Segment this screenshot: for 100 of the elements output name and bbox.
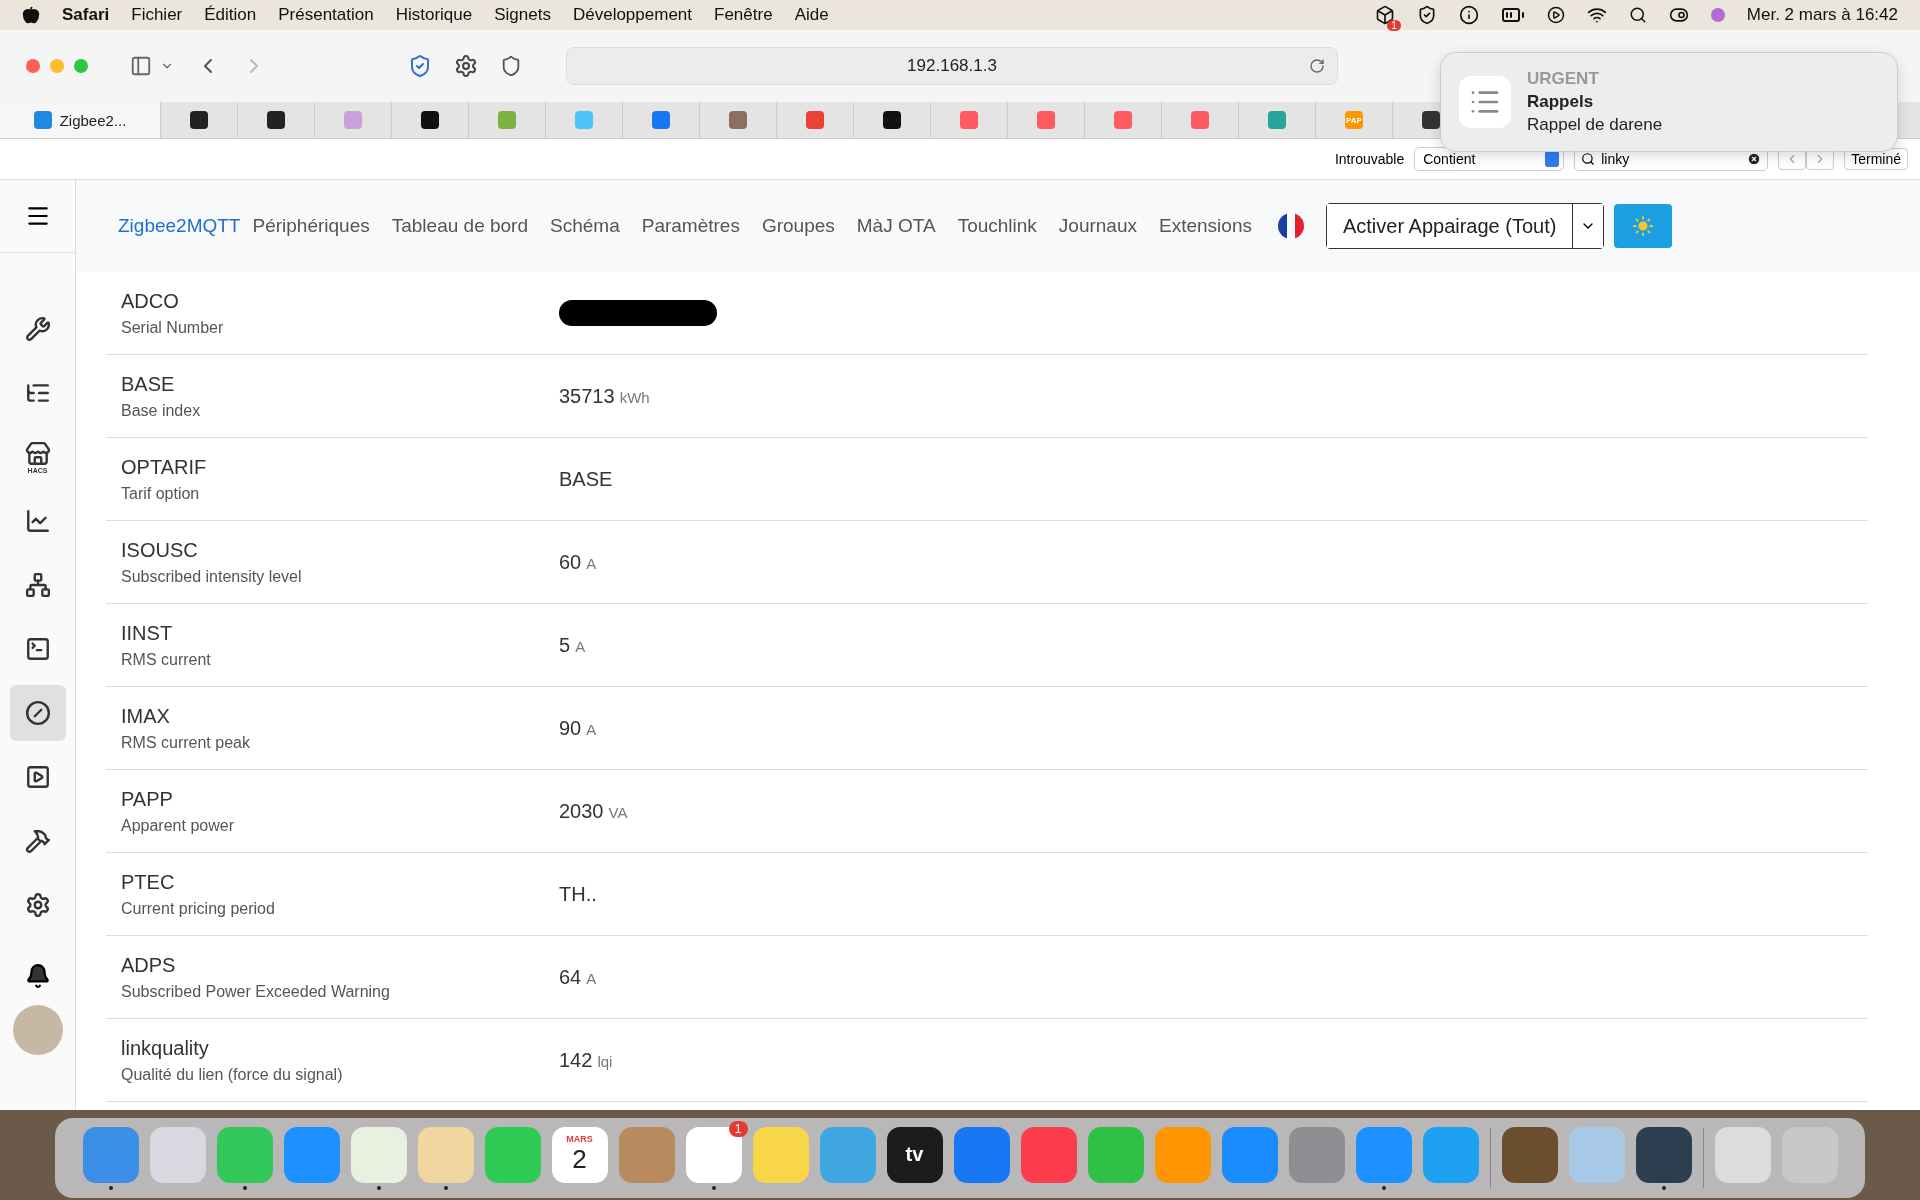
favicon-icon: PAP [1345, 111, 1363, 129]
property-name: OPTARIF [121, 455, 208, 479]
brand-link[interactable]: Zigbee2MQTT [118, 215, 241, 237]
siri-icon[interactable] [1710, 8, 1725, 22]
sun-icon [1632, 215, 1655, 237]
menu-item[interactable]: Historique [395, 5, 473, 25]
search-icon[interactable] [1628, 6, 1647, 24]
store-icon [24, 440, 51, 467]
menu-item[interactable]: Fenêtre [714, 5, 773, 25]
property-value: 35713 [559, 384, 615, 407]
nav-link[interactable]: MàJ OTA [856, 215, 936, 237]
search-icon [1581, 152, 1596, 166]
address-field[interactable]: 192.168.1.3 [566, 47, 1338, 85]
app-icon[interactable]: MARS 2 [551, 1126, 608, 1183]
unit-label: A [586, 720, 597, 738]
property-description: Subscribed Power Exceeded Warning [121, 982, 391, 1001]
property-value: 90 [559, 716, 582, 739]
unit-label: lqi [597, 1052, 613, 1070]
property-value: 142 [559, 1048, 593, 1071]
app-icon[interactable] [1501, 1126, 1558, 1183]
nav-link[interactable]: Groupes [761, 215, 835, 237]
property-name: IINST [121, 621, 174, 645]
property-description: Base index [121, 401, 202, 420]
nav-link[interactable]: Schéma [550, 215, 620, 237]
notification-banner[interactable]: URGENT Rappels Rappel de darene [1440, 52, 1898, 152]
nav-link[interactable]: Journaux [1058, 215, 1137, 237]
control-center-icon[interactable] [1668, 5, 1689, 25]
avatar[interactable] [12, 1005, 63, 1055]
unit-label: VA [608, 803, 628, 821]
sidebar-icon[interactable] [130, 55, 152, 77]
unit-label: A [586, 969, 597, 987]
property-value: 60 [559, 550, 582, 573]
badge: 1 [1387, 20, 1401, 31]
property-value: 5 [559, 633, 571, 656]
badge: 1 [728, 1120, 748, 1137]
nav-link[interactable]: Touchlink [957, 215, 1037, 237]
pair-button[interactable]: Activer Appairage (Tout) [1326, 204, 1574, 248]
unit-label: A [575, 637, 586, 655]
property-value: TH.. [559, 882, 597, 905]
app-icon[interactable] [685, 1126, 742, 1183]
notification-app: Rappels [1527, 92, 1595, 112]
unit-label: A [586, 554, 597, 572]
dropdown-button[interactable] [1573, 204, 1604, 248]
nav-link[interactable]: Tableau de bord [391, 215, 528, 237]
play-square-icon [24, 764, 51, 790]
property-description: RMS current peak [121, 733, 251, 752]
settings-icon [24, 892, 51, 918]
property-name: ISOUSC [121, 538, 199, 562]
clock[interactable]: Mer. 2 mars à 16:42 [1746, 5, 1898, 25]
reload-icon[interactable] [1309, 58, 1325, 74]
gear-icon[interactable] [454, 54, 478, 78]
sidebar-item[interactable] [9, 685, 66, 741]
terminal-icon [24, 636, 51, 662]
browser-tab[interactable]: Zigbee2... [0, 102, 161, 138]
theme-button[interactable] [1614, 204, 1673, 248]
nav-link[interactable]: Périphériques [252, 215, 370, 237]
line-chart-icon [24, 508, 51, 534]
wrench-icon [24, 316, 51, 342]
property-description: Subscribed intensity level [121, 567, 303, 586]
nav-link[interactable]: Extensions [1159, 215, 1252, 237]
property-description: RMS current [121, 650, 212, 669]
property-value: 2030 [559, 799, 604, 822]
wifi-icon[interactable] [1586, 5, 1607, 25]
property-name: PTEC [121, 870, 176, 894]
property-description: Qualité du lien (force du signal) [121, 1065, 344, 1084]
menu-item[interactable]: Fichier [131, 5, 183, 25]
menu-item[interactable]: Présentation [278, 5, 374, 25]
flag-icon[interactable] [1277, 213, 1304, 239]
menu-item[interactable]: Signets [494, 5, 551, 25]
slashed-circle-icon [24, 700, 51, 726]
property-description: Current pricing period [121, 899, 276, 918]
app-icon[interactable]: tv [886, 1126, 943, 1183]
property-description: Serial Number [121, 318, 225, 337]
menu-item[interactable]: Développement [572, 5, 693, 25]
unit-label: kWh [619, 388, 650, 406]
find-status: Introuvable [1334, 151, 1405, 167]
menu-item[interactable]: Aide [794, 5, 829, 25]
property-name: BASE [121, 372, 176, 396]
property-value: BASE [559, 467, 613, 490]
hammer-icon [24, 828, 51, 854]
notifications-icon[interactable] [24, 963, 51, 989]
property-description: Apparent power [121, 816, 235, 835]
zoom-button[interactable] [74, 59, 88, 73]
close-button[interactable] [26, 59, 40, 73]
property-name: ADPS [121, 953, 177, 977]
shield-icon[interactable] [500, 55, 522, 77]
play-icon[interactable] [1546, 6, 1565, 24]
menu-item[interactable]: Édition [204, 5, 257, 25]
nav-link[interactable]: Paramètres [641, 215, 740, 237]
property-name: linkquality [121, 1036, 210, 1060]
info-icon[interactable] [1458, 5, 1479, 25]
property-name: IMAX [121, 704, 171, 728]
notification-message: Rappel de darene [1527, 115, 1663, 135]
app-icon[interactable] [1635, 1126, 1692, 1183]
network-icon [24, 572, 51, 598]
property-name: PAPP [121, 787, 174, 811]
clear-icon[interactable] [1747, 152, 1762, 166]
property-name: ADCO [121, 289, 180, 313]
menu-item[interactable]: Safari [62, 5, 110, 25]
apple-icon[interactable] [22, 6, 40, 24]
